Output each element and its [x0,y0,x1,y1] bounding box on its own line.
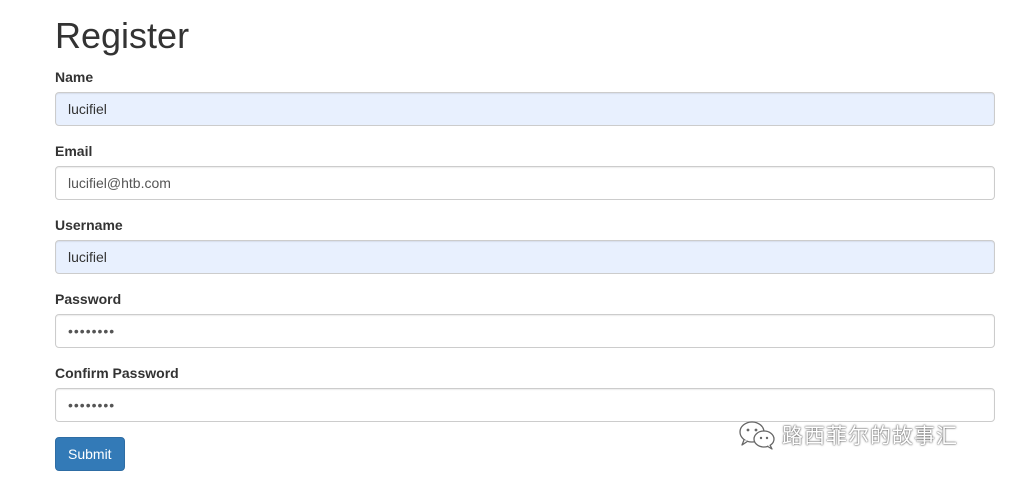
watermark: 路西菲尔的故事汇 [738,418,958,452]
name-field[interactable] [55,92,995,126]
watermark-text: 路西菲尔的故事汇 [782,424,958,448]
confirm-password-field[interactable] [55,388,995,422]
submit-button[interactable]: Submit [55,437,125,471]
email-field[interactable] [55,166,995,200]
page-title: Register [55,15,190,56]
name-label: Name [55,69,94,85]
confirm-password-label: Confirm Password [55,365,179,381]
password-field[interactable] [55,314,995,348]
wechat-icon [738,420,776,450]
username-field[interactable] [55,240,995,274]
register-page: Register Name Email Username Password Co… [0,0,1016,477]
username-label: Username [55,217,123,233]
email-label: Email [55,143,93,159]
password-label: Password [55,291,122,307]
